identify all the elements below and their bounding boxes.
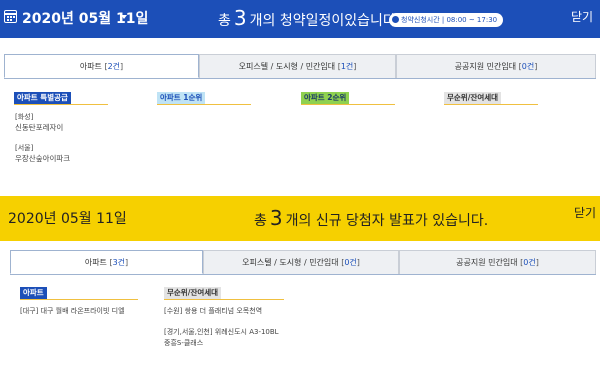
category-underline [157,104,251,105]
category-no-rank: 무순위/잔여세대 [164,287,222,299]
entry-name[interactable]: 신동탄포레자이 [15,122,63,133]
winner-announcement-header: 2020년 05월 11일 총 3 개의 신규 당첨자 발표가 있습니다. 닫기 [0,196,600,241]
calendar-icon[interactable] [4,10,17,23]
entry-name[interactable]: [대구] 대구 월배 라온프라이빗 디엘 [20,306,125,316]
entry-name[interactable]: [경기,서울,인천] 위례신도시 A3-10BL [164,327,279,337]
entry-name[interactable]: 우장산숲아이파크 [15,153,70,164]
tab-officetel[interactable]: 오피스텔 / 도시형 / 민간임대 [1건] [199,54,396,78]
category-no-rank: 무순위/잔여세대 [444,92,502,104]
category-underline [20,299,138,300]
category-underline [301,104,395,105]
application-hours-badge: 청약신청시간 | 08:00 ~ 17:30 [389,13,504,27]
close-button[interactable]: 닫기 [571,8,593,25]
entry-region: [화성] [15,113,34,121]
announcement-count-message: 총 3 개의 신규 당첨자 발표가 있습니다. [254,206,489,230]
entry-name[interactable]: [수원] 쌍용 더 플래티넘 오목천역 [164,306,262,316]
announcement-date: 2020년 05월 11일 [8,211,127,227]
clock-icon [392,16,399,23]
tab-public-rental[interactable]: 공공지원 민간임대 [0건] [399,250,596,274]
entry-name[interactable]: 중흥S-클래스 [164,338,203,348]
category-special-supply: 아파트 특별공급 [14,92,71,104]
tab-apartment[interactable]: 아파트 [2건] [4,54,199,78]
date-selector[interactable]: 2020년 05월 11일 [22,8,148,28]
tab-officetel[interactable]: 오피스텔 / 도시형 / 민간임대 [0건] [203,250,399,274]
category-second-rank: 아파트 2순위 [301,92,350,104]
category-first-rank: 아파트 1순위 [157,92,206,104]
entry-region: [서울] [15,144,34,152]
close-button[interactable]: 닫기 [574,204,596,221]
schedule-count-message: 총 3 개의 청약일정이있습니다. [218,6,401,30]
schedule-header: 2020년 05월 11일 총 3 개의 청약일정이있습니다. 청약신청시간 | 0… [0,0,600,38]
schedule-tabs: 아파트 [2건] 오피스텔 / 도시형 / 민간임대 [1건] 공공지원 민간임… [4,54,596,79]
category-apartment: 아파트 [20,287,47,299]
chevron-down-icon[interactable] [121,15,127,19]
category-underline [14,104,108,105]
tab-public-rental[interactable]: 공공지원 민간임대 [0건] [396,54,596,78]
tab-apartment[interactable]: 아파트 [3건] [10,250,203,274]
announcement-tabs: 아파트 [3건] 오피스텔 / 도시형 / 민간임대 [0건] 공공지원 민간임… [10,250,596,275]
category-underline [444,104,538,105]
category-underline [164,299,284,300]
